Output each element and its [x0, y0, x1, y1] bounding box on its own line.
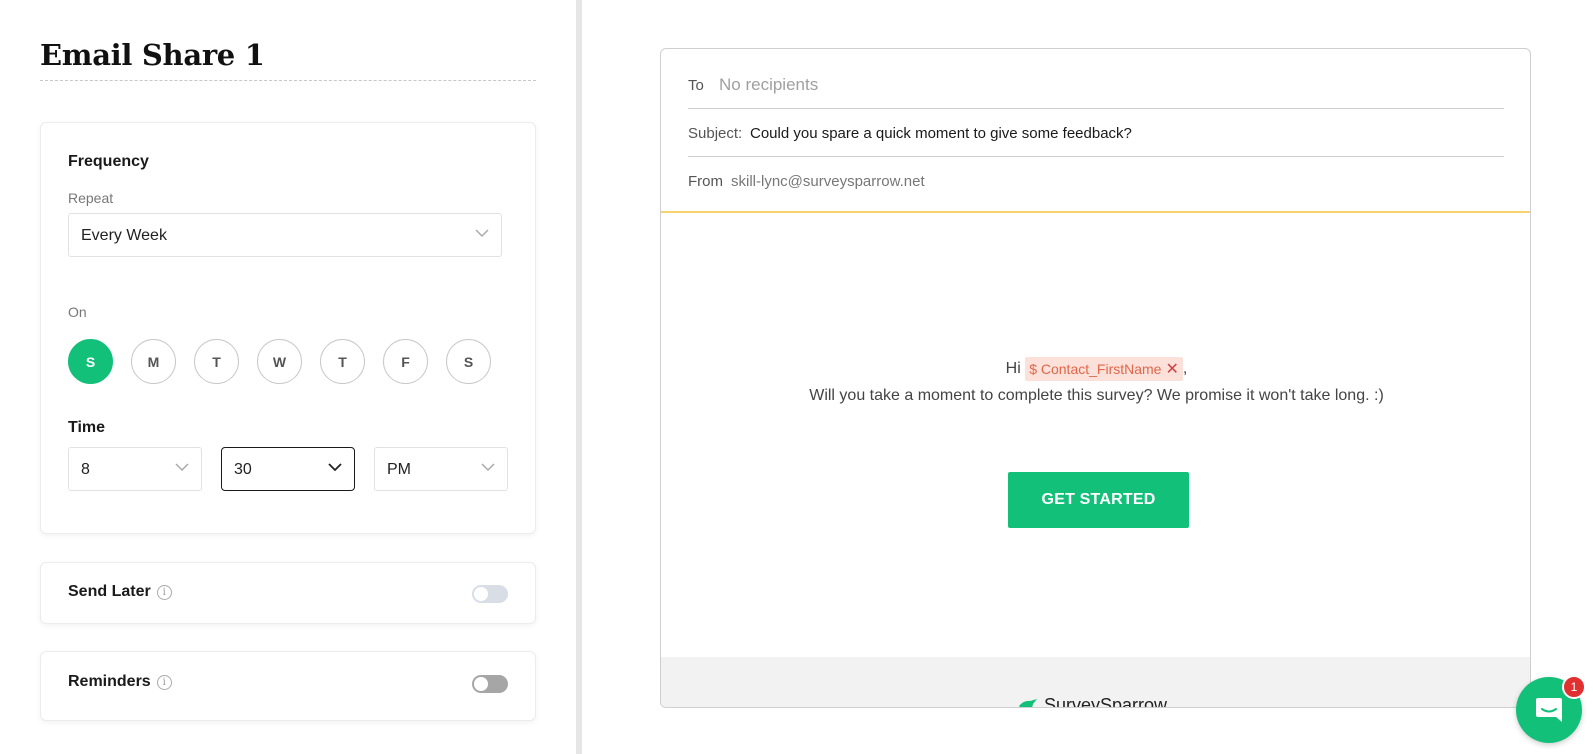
notification-badge: 1 — [1562, 675, 1586, 699]
merge-tag[interactable]: $ Contact_FirstName ✕ — [1025, 357, 1183, 381]
hour-select[interactable]: 8 — [68, 447, 202, 491]
sparrow-logo-icon — [1019, 698, 1037, 707]
email-preview: To No recipients Subject: Could you spar… — [660, 48, 1531, 708]
from-row: From skill-lync@surveysparrow.net — [688, 157, 1504, 205]
day-sunday[interactable]: S — [68, 339, 113, 384]
day-tuesday[interactable]: T — [194, 339, 239, 384]
weekday-picker: S M T W T F S — [68, 339, 491, 384]
minute-select-value: 30 — [234, 461, 252, 478]
day-wednesday[interactable]: W — [257, 339, 302, 384]
day-saturday[interactable]: S — [446, 339, 491, 384]
repeat-label: Repeat — [68, 190, 114, 206]
time-heading: Time — [68, 419, 106, 436]
repeat-select-value: Every Week — [81, 227, 167, 244]
merge-tag-label: $ Contact_FirstName — [1029, 361, 1162, 377]
chevron-down-icon — [328, 463, 342, 472]
email-footer: SurveySparrow — [661, 657, 1530, 708]
brand-logo: SurveySparrow — [1018, 695, 1168, 708]
reminders-toggle[interactable] — [472, 675, 508, 693]
send-later-label: Send Later — [68, 583, 151, 600]
email-body-text: Will you take a moment to complete this … — [809, 387, 1384, 404]
from-value: skill-lync@surveysparrow.net — [731, 173, 925, 190]
day-thursday[interactable]: T — [320, 339, 365, 384]
title-divider — [40, 80, 536, 81]
page-title: Email Share 1 — [40, 38, 265, 72]
send-later-card: Send Later i — [40, 562, 536, 624]
frequency-heading: Frequency — [68, 153, 149, 170]
share-settings-panel: Email Share 1 Frequency Repeat Every Wee… — [0, 0, 576, 754]
email-preview-panel: To No recipients Subject: Could you spar… — [582, 0, 1593, 754]
day-friday[interactable]: F — [383, 339, 428, 384]
info-icon[interactable]: i — [156, 674, 172, 690]
reminders-label: Reminders — [68, 673, 151, 690]
greeting-prefix: Hi — [1005, 360, 1021, 378]
reminders-label-group: Reminders i — [68, 673, 172, 691]
day-monday[interactable]: M — [131, 339, 176, 384]
chevron-down-icon — [175, 463, 189, 472]
toggle-knob — [474, 677, 488, 691]
send-later-label-group: Send Later i — [68, 583, 172, 601]
brand-name: SurveySparrow — [1044, 695, 1168, 708]
meridiem-select[interactable]: PM — [374, 447, 508, 491]
info-icon[interactable]: i — [156, 584, 172, 600]
subject-label: Subject: — [688, 125, 743, 142]
repeat-select[interactable]: Every Week — [68, 213, 502, 257]
chat-icon — [1536, 698, 1562, 722]
to-recipients[interactable]: No recipients — [719, 75, 818, 95]
header-divider — [661, 211, 1530, 213]
close-icon[interactable]: ✕ — [1165, 359, 1178, 379]
greeting-line: Hi $ Contact_FirstName ✕ , — [661, 357, 1530, 381]
chevron-down-icon — [481, 463, 495, 472]
chevron-down-icon — [475, 229, 489, 238]
meridiem-select-value: PM — [387, 461, 411, 478]
subject-row: Subject: Could you spare a quick moment … — [688, 109, 1504, 157]
toggle-knob — [474, 587, 488, 601]
reminders-card: Reminders i — [40, 651, 536, 721]
subject-value[interactable]: Could you spare a quick moment to give s… — [750, 125, 1132, 142]
send-later-toggle[interactable] — [472, 585, 508, 603]
get-started-button[interactable]: GET STARTED — [1008, 472, 1189, 528]
to-label: To — [688, 77, 704, 94]
minute-select[interactable]: 30 — [221, 447, 355, 491]
greeting-suffix: , — [1182, 360, 1188, 378]
from-label: From — [688, 173, 723, 190]
frequency-card: Frequency Repeat Every Week On S M T W T… — [40, 122, 536, 534]
to-row: To No recipients — [688, 61, 1504, 109]
hour-select-value: 8 — [81, 461, 90, 478]
on-label: On — [68, 304, 87, 320]
